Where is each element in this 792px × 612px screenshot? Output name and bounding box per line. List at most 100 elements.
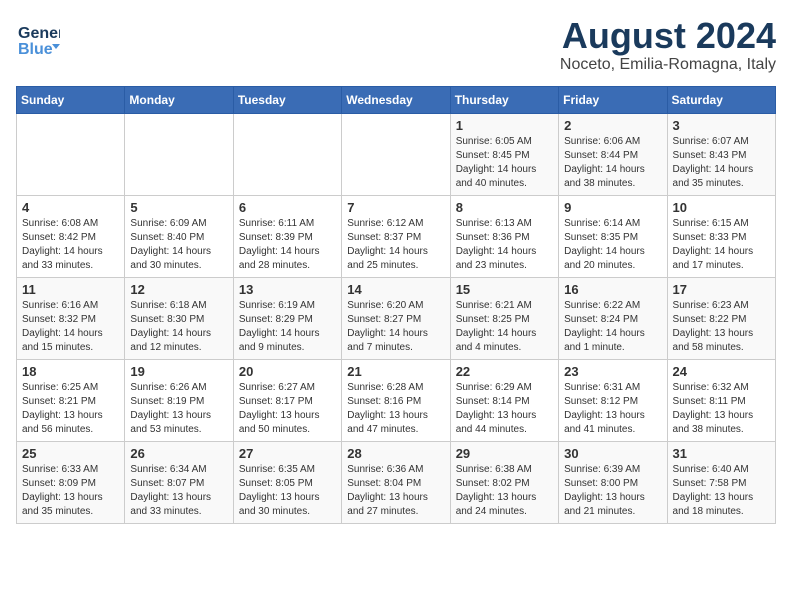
calendar-cell: 9 Sunrise: 6:14 AM Sunset: 8:35 PM Daylig… — [559, 195, 667, 277]
day-info: Sunrise: 6:22 AM Sunset: 8:24 PM Dayligh… — [564, 299, 661, 355]
calendar-cell: 4 Sunrise: 6:08 AM Sunset: 8:42 PM Daylig… — [17, 195, 125, 277]
day-info: Sunrise: 6:12 AM Sunset: 8:37 PM Dayligh… — [347, 217, 444, 273]
calendar-cell — [342, 113, 450, 195]
svg-text:General: General — [18, 25, 60, 42]
day-number: 30 — [564, 446, 661, 461]
day-info: Sunrise: 6:08 AM Sunset: 8:42 PM Dayligh… — [22, 217, 119, 273]
calendar-cell: 14 Sunrise: 6:20 AM Sunset: 8:27 PM Dayli… — [342, 277, 450, 359]
day-number: 3 — [673, 118, 770, 133]
calendar-week-row: 4 Sunrise: 6:08 AM Sunset: 8:42 PM Daylig… — [17, 195, 776, 277]
calendar-cell: 16 Sunrise: 6:22 AM Sunset: 8:24 PM Dayli… — [559, 277, 667, 359]
calendar-cell — [17, 113, 125, 195]
day-info: Sunrise: 6:15 AM Sunset: 8:33 PM Dayligh… — [673, 217, 770, 273]
calendar-cell: 6 Sunrise: 6:11 AM Sunset: 8:39 PM Daylig… — [233, 195, 341, 277]
calendar-cell: 2Sunrise: 6:06 AM Sunset: 8:44 PM Daylig… — [559, 113, 667, 195]
calendar-week-row: 25 Sunrise: 6:33 AM Sunset: 8:09 PM Dayli… — [17, 441, 776, 523]
logo: General Blue — [16, 16, 60, 60]
day-number: 22 — [456, 364, 553, 379]
day-info: Sunrise: 6:36 AM Sunset: 8:04 PM Dayligh… — [347, 463, 444, 519]
day-info: Sunrise: 6:38 AM Sunset: 8:02 PM Dayligh… — [456, 463, 553, 519]
calendar-cell: 1Sunrise: 6:05 AM Sunset: 8:45 PM Daylig… — [450, 113, 558, 195]
day-info: Sunrise: 6:09 AM Sunset: 8:40 PM Dayligh… — [130, 217, 227, 273]
day-info: Sunrise: 6:21 AM Sunset: 8:25 PM Dayligh… — [456, 299, 553, 355]
day-info: Sunrise: 6:26 AM Sunset: 8:19 PM Dayligh… — [130, 381, 227, 437]
svg-text:Blue: Blue — [18, 41, 53, 58]
calendar-week-row: 1Sunrise: 6:05 AM Sunset: 8:45 PM Daylig… — [17, 113, 776, 195]
day-number: 27 — [239, 446, 336, 461]
day-of-week-header: Thursday — [450, 86, 558, 113]
day-info: Sunrise: 6:11 AM Sunset: 8:39 PM Dayligh… — [239, 217, 336, 273]
day-info: Sunrise: 6:29 AM Sunset: 8:14 PM Dayligh… — [456, 381, 553, 437]
logo-icon: General Blue — [16, 16, 60, 60]
day-info: Sunrise: 6:19 AM Sunset: 8:29 PM Dayligh… — [239, 299, 336, 355]
day-info: Sunrise: 6:35 AM Sunset: 8:05 PM Dayligh… — [239, 463, 336, 519]
day-number: 24 — [673, 364, 770, 379]
day-number: 10 — [673, 200, 770, 215]
calendar-cell — [233, 113, 341, 195]
day-number: 21 — [347, 364, 444, 379]
day-number: 7 — [347, 200, 444, 215]
calendar-cell: 27 Sunrise: 6:35 AM Sunset: 8:05 PM Dayli… — [233, 441, 341, 523]
day-number: 14 — [347, 282, 444, 297]
day-number: 15 — [456, 282, 553, 297]
day-of-week-header: Saturday — [667, 86, 775, 113]
day-info: Sunrise: 6:23 AM Sunset: 8:22 PM Dayligh… — [673, 299, 770, 355]
day-info: Sunrise: 6:40 AM Sunset: 7:58 PM Dayligh… — [673, 463, 770, 519]
title-block: August 2024 Noceto, Emilia-Romagna, Ital… — [560, 16, 776, 74]
day-number: 16 — [564, 282, 661, 297]
location-title: Noceto, Emilia-Romagna, Italy — [560, 56, 776, 74]
calendar-cell: 8Sunrise: 6:13 AM Sunset: 8:36 PM Daylig… — [450, 195, 558, 277]
day-info: Sunrise: 6:05 AM Sunset: 8:45 PM Dayligh… — [456, 135, 553, 191]
day-number: 9 — [564, 200, 661, 215]
calendar-cell: 22 Sunrise: 6:29 AM Sunset: 8:14 PM Dayli… — [450, 359, 558, 441]
calendar-cell: 26Sunrise: 6:34 AM Sunset: 8:07 PM Dayli… — [125, 441, 233, 523]
month-title: August 2024 — [560, 16, 776, 56]
calendar-cell: 19Sunrise: 6:26 AM Sunset: 8:19 PM Dayli… — [125, 359, 233, 441]
calendar-cell: 15 Sunrise: 6:21 AM Sunset: 8:25 PM Dayli… — [450, 277, 558, 359]
calendar-week-row: 11Sunrise: 6:16 AM Sunset: 8:32 PM Dayli… — [17, 277, 776, 359]
day-of-week-header: Friday — [559, 86, 667, 113]
calendar-cell: 29 Sunrise: 6:38 AM Sunset: 8:02 PM Dayli… — [450, 441, 558, 523]
day-number: 28 — [347, 446, 444, 461]
calendar-cell: 24 Sunrise: 6:32 AM Sunset: 8:11 PM Dayli… — [667, 359, 775, 441]
day-number: 5 — [130, 200, 227, 215]
calendar-cell: 21 Sunrise: 6:28 AM Sunset: 8:16 PM Dayli… — [342, 359, 450, 441]
calendar-header-row: SundayMondayTuesdayWednesdayThursdayFrid… — [17, 86, 776, 113]
day-info: Sunrise: 6:20 AM Sunset: 8:27 PM Dayligh… — [347, 299, 444, 355]
day-number: 6 — [239, 200, 336, 215]
day-number: 8 — [456, 200, 553, 215]
day-number: 2 — [564, 118, 661, 133]
day-info: Sunrise: 6:25 AM Sunset: 8:21 PM Dayligh… — [22, 381, 119, 437]
calendar-cell: 20Sunrise: 6:27 AM Sunset: 8:17 PM Dayli… — [233, 359, 341, 441]
day-info: Sunrise: 6:31 AM Sunset: 8:12 PM Dayligh… — [564, 381, 661, 437]
day-info: Sunrise: 6:27 AM Sunset: 8:17 PM Dayligh… — [239, 381, 336, 437]
calendar-cell: 17 Sunrise: 6:23 AM Sunset: 8:22 PM Dayli… — [667, 277, 775, 359]
day-number: 25 — [22, 446, 119, 461]
day-number: 18 — [22, 364, 119, 379]
calendar-table: SundayMondayTuesdayWednesdayThursdayFrid… — [16, 86, 776, 524]
day-of-week-header: Sunday — [17, 86, 125, 113]
day-of-week-header: Monday — [125, 86, 233, 113]
day-info: Sunrise: 6:14 AM Sunset: 8:35 PM Dayligh… — [564, 217, 661, 273]
page-header: General Blue August 2024 Noceto, Emilia-… — [16, 16, 776, 74]
calendar-cell: 18 Sunrise: 6:25 AM Sunset: 8:21 PM Dayli… — [17, 359, 125, 441]
calendar-cell: 5 Sunrise: 6:09 AM Sunset: 8:40 PM Daylig… — [125, 195, 233, 277]
day-info: Sunrise: 6:28 AM Sunset: 8:16 PM Dayligh… — [347, 381, 444, 437]
calendar-cell: 10 Sunrise: 6:15 AM Sunset: 8:33 PM Dayli… — [667, 195, 775, 277]
calendar-cell: 7 Sunrise: 6:12 AM Sunset: 8:37 PM Daylig… — [342, 195, 450, 277]
calendar-cell: 31 Sunrise: 6:40 AM Sunset: 7:58 PM Dayli… — [667, 441, 775, 523]
day-info: Sunrise: 6:07 AM Sunset: 8:43 PM Dayligh… — [673, 135, 770, 191]
calendar-cell: 13Sunrise: 6:19 AM Sunset: 8:29 PM Dayli… — [233, 277, 341, 359]
day-number: 4 — [22, 200, 119, 215]
day-number: 17 — [673, 282, 770, 297]
day-number: 29 — [456, 446, 553, 461]
calendar-cell: 28 Sunrise: 6:36 AM Sunset: 8:04 PM Dayli… — [342, 441, 450, 523]
day-info: Sunrise: 6:34 AM Sunset: 8:07 PM Dayligh… — [130, 463, 227, 519]
day-number: 31 — [673, 446, 770, 461]
calendar-cell — [125, 113, 233, 195]
day-info: Sunrise: 6:33 AM Sunset: 8:09 PM Dayligh… — [22, 463, 119, 519]
calendar-week-row: 18 Sunrise: 6:25 AM Sunset: 8:21 PM Dayli… — [17, 359, 776, 441]
day-info: Sunrise: 6:32 AM Sunset: 8:11 PM Dayligh… — [673, 381, 770, 437]
day-number: 12 — [130, 282, 227, 297]
day-of-week-header: Tuesday — [233, 86, 341, 113]
